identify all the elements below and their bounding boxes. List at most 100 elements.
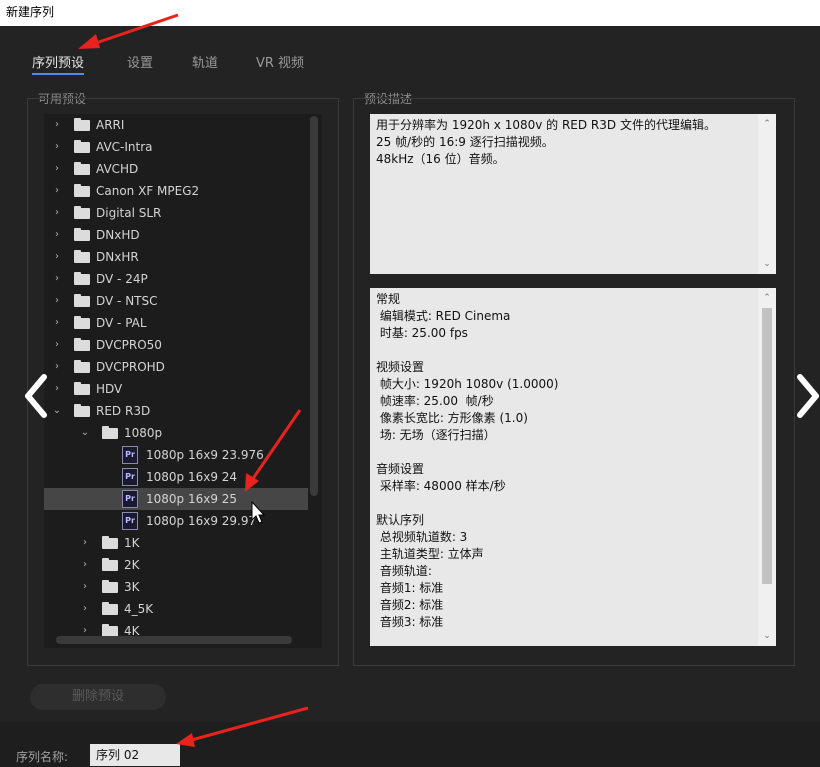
chevron-right-icon[interactable]: › (52, 208, 62, 218)
summary-line: 用于分辨率为 1920h x 1080v 的 RED R3D 文件的代理编辑。 (376, 118, 716, 132)
tab-tracks[interactable]: 轨道 (192, 52, 218, 71)
scroll-up-icon[interactable]: ⌃ (761, 118, 773, 130)
folder-icon (74, 117, 90, 131)
chevron-right-icon[interactable]: › (52, 186, 62, 196)
preset-item[interactable]: Pr 1080p 16x9 23.976 (44, 444, 308, 466)
preset-details-box[interactable]: 常规 编辑模式: RED Cinema 时基: 25.00 fps 视频设置 帧… (370, 288, 776, 646)
preset-folder[interactable]: › Digital SLR (44, 202, 308, 224)
chevron-right-icon[interactable]: › (80, 626, 90, 636)
preset-folder[interactable]: › Canon XF MPEG2 (44, 180, 308, 202)
preset-folder[interactable]: › 2K (44, 554, 308, 576)
details-line: 采样率: 48000 样本/秒 (376, 479, 506, 493)
summary-scrollbar[interactable]: ⌃ ⌄ (758, 114, 776, 274)
preset-folder[interactable]: › AVC-Intra (44, 136, 308, 158)
chevron-right-icon[interactable]: › (52, 252, 62, 262)
chevron-down-icon[interactable]: ⌄ (80, 428, 90, 438)
preset-folder[interactable]: › 1K (44, 532, 308, 554)
chevron-right-icon[interactable]: › (52, 384, 62, 394)
tree-item-label: 1K (124, 536, 140, 550)
tree-item-label: 1080p 16x9 24 (146, 470, 238, 484)
preset-folder[interactable]: › DVCPROHD (44, 356, 308, 378)
chevron-right-icon[interactable]: › (52, 340, 62, 350)
chevron-right-icon[interactable]: › (80, 604, 90, 614)
tree-item-label: RED R3D (96, 404, 151, 418)
tree-item-label: DVCPRO50 (96, 338, 162, 352)
preset-folder[interactable]: ⌄ RED R3D (44, 400, 308, 422)
chevron-right-icon[interactable]: › (52, 164, 62, 174)
chevron-right-icon[interactable]: › (52, 296, 62, 306)
preset-folder[interactable]: › AVCHD (44, 158, 308, 180)
details-line (376, 495, 770, 512)
details-line: 时基: 25.00 fps (376, 326, 468, 340)
chevron-right-icon[interactable]: › (52, 120, 62, 130)
folder-icon (74, 381, 90, 395)
details-scrollbar-thumb[interactable] (762, 308, 772, 584)
tab-settings[interactable]: 设置 (127, 52, 153, 71)
chevron-right-icon[interactable]: › (80, 582, 90, 592)
folder-icon (74, 161, 90, 175)
sequence-name-input[interactable] (90, 744, 180, 766)
previous-arrow-icon[interactable] (22, 373, 50, 419)
chevron-right-icon[interactable]: › (52, 318, 62, 328)
preset-tree[interactable]: › ARRI › AVC-Intra › AVCHD › Canon XF MPEG2 › Dig… (44, 114, 322, 648)
folder-icon (74, 337, 90, 351)
tab-sequence-presets[interactable]: 序列预设 (32, 52, 85, 75)
scroll-down-icon[interactable]: ⌄ (761, 630, 773, 642)
preset-folder[interactable]: › DV - 24P (44, 268, 308, 290)
preset-item[interactable]: Pr 1080p 16x9 29.97 (44, 510, 308, 532)
folder-icon (74, 249, 90, 263)
chevron-right-icon[interactable]: › (80, 538, 90, 548)
preset-folder[interactable]: › DNxHR (44, 246, 308, 268)
premiere-preset-icon: Pr (122, 512, 138, 530)
preset-folder[interactable]: › DV - PAL (44, 312, 308, 334)
tree-item-label: 1080p (124, 426, 163, 440)
chevron-right-icon[interactable]: › (52, 142, 62, 152)
folder-icon (102, 601, 118, 615)
preset-folder[interactable]: › 3K (44, 576, 308, 598)
tree-item-label: 1080p 16x9 29.97 (146, 514, 257, 528)
delete-preset-button[interactable]: 删除预设 (30, 684, 166, 710)
tree-item-label: DNxHR (96, 250, 139, 264)
details-line: 音频轨道: (376, 564, 432, 578)
preset-tree-horizontal-scrollbar[interactable] (56, 636, 292, 644)
preset-folder[interactable]: › HDV (44, 378, 308, 400)
tree-item-label: 4_5K (124, 602, 154, 616)
preset-summary-box[interactable]: 用于分辨率为 1920h x 1080v 的 RED R3D 文件的代理编辑。 … (370, 114, 776, 274)
preset-folder[interactable]: › DVCPRO50 (44, 334, 308, 356)
chevron-down-icon[interactable]: ⌄ (52, 406, 62, 416)
tree-item-label: HDV (96, 382, 123, 396)
folder-icon (74, 293, 90, 307)
details-line: 音频设置 (376, 462, 425, 476)
preset-item[interactable]: Pr 1080p 16x9 24 (44, 466, 308, 488)
preset-folder[interactable]: ⌄ 1080p (44, 422, 308, 444)
tree-item-label: DV - PAL (96, 316, 147, 330)
sequence-name-label: 序列名称: (16, 750, 69, 764)
tree-item-label: 1080p 16x9 25 (146, 492, 238, 506)
folder-icon (74, 403, 90, 417)
scroll-up-icon[interactable]: ⌃ (761, 292, 773, 304)
scroll-down-icon[interactable]: ⌄ (761, 258, 773, 270)
next-arrow-icon[interactable] (794, 373, 820, 419)
chevron-right-icon[interactable]: › (52, 274, 62, 284)
details-scrollbar[interactable]: ⌃ ⌄ (758, 288, 776, 646)
preset-tree-vertical-scrollbar[interactable] (310, 116, 318, 496)
tab-vr-video[interactable]: VR 视频 (256, 52, 304, 71)
premiere-preset-icon: Pr (122, 490, 138, 508)
folder-icon (74, 359, 90, 373)
preset-folder[interactable]: › ARRI (44, 114, 308, 136)
chevron-right-icon[interactable]: › (52, 230, 62, 240)
folder-icon (102, 425, 118, 439)
preset-folder[interactable]: › 4_5K (44, 598, 308, 620)
preset-folder[interactable]: › DNxHD (44, 224, 308, 246)
details-line: 编辑模式: RED Cinema (376, 309, 511, 323)
tree-item-label: Digital SLR (96, 206, 162, 220)
chevron-right-icon[interactable]: › (80, 560, 90, 570)
folder-icon (102, 557, 118, 571)
preset-folder[interactable]: › DV - NTSC (44, 290, 308, 312)
details-line: 音频1: 标准 (376, 581, 444, 595)
tree-item-label: AVCHD (96, 162, 139, 176)
tree-item-label: DV - NTSC (96, 294, 158, 308)
preset-item[interactable]: Pr 1080p 16x9 25 (44, 488, 308, 510)
chevron-right-icon[interactable]: › (52, 362, 62, 372)
tree-item-label: DNxHD (96, 228, 140, 242)
